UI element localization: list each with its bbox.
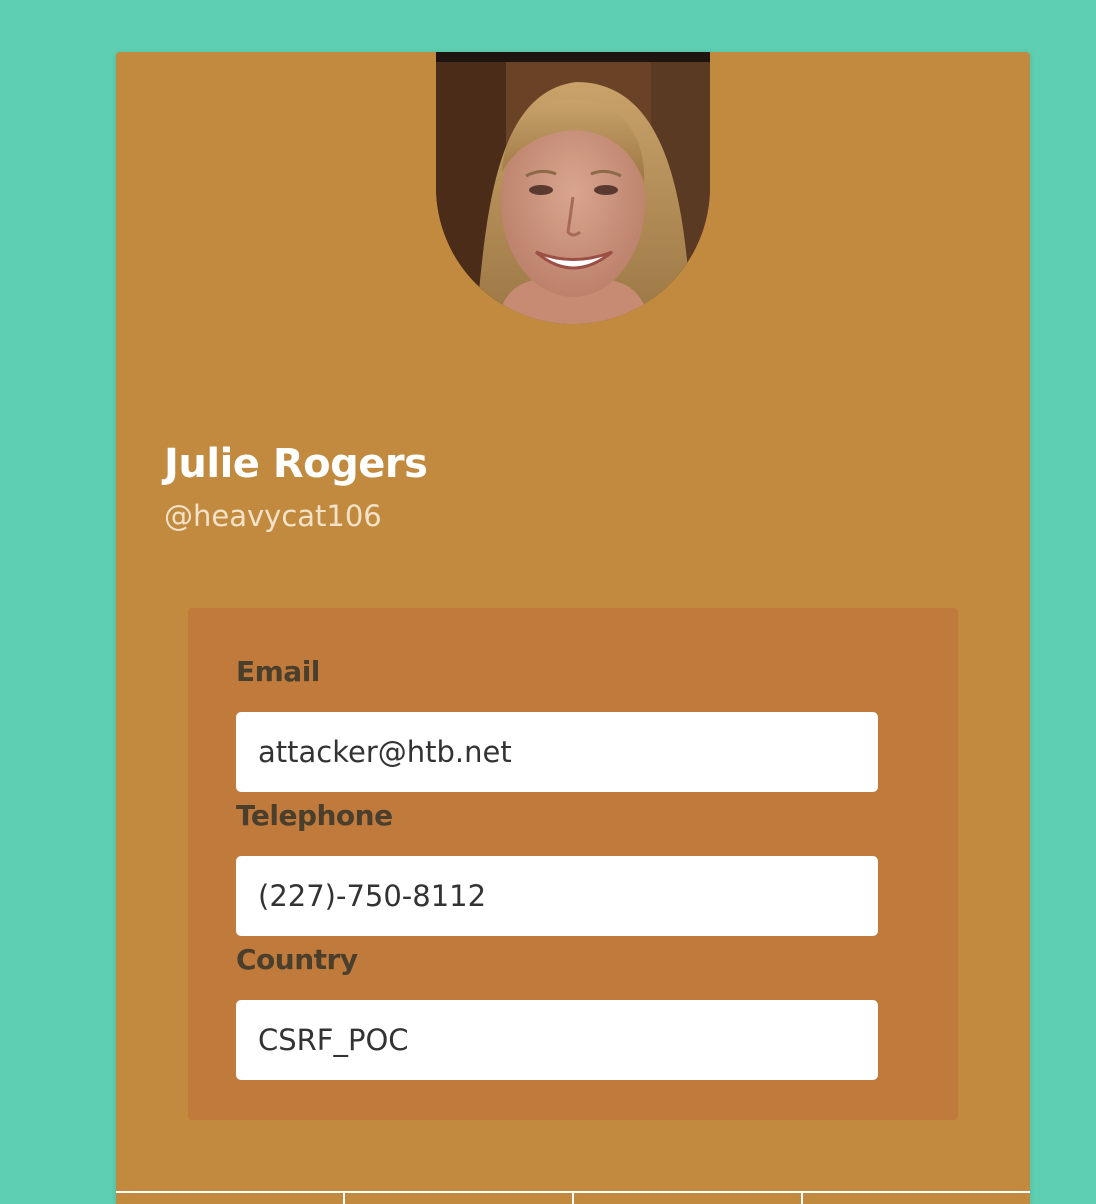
telephone-label: Telephone [236,799,393,832]
footer-cell[interactable] [572,1193,801,1204]
profile-card: Julie Rogers @heavycat106 Email Telephon… [116,52,1030,1204]
profile-name: Julie Rogers [164,441,428,487]
card-footer [116,1191,1030,1204]
country-field[interactable] [236,1000,878,1080]
email-field[interactable] [236,712,878,792]
profile-username: @heavycat106 [164,499,382,533]
country-label: Country [236,943,358,976]
avatar-photo [436,52,710,324]
email-label: Email [236,655,320,688]
contact-details-panel: Email Telephone Country [188,608,958,1120]
footer-cell[interactable] [116,1193,343,1204]
avatar [436,52,710,324]
telephone-field[interactable] [236,856,878,936]
footer-cell[interactable] [343,1193,572,1204]
footer-cell[interactable] [801,1193,1030,1204]
